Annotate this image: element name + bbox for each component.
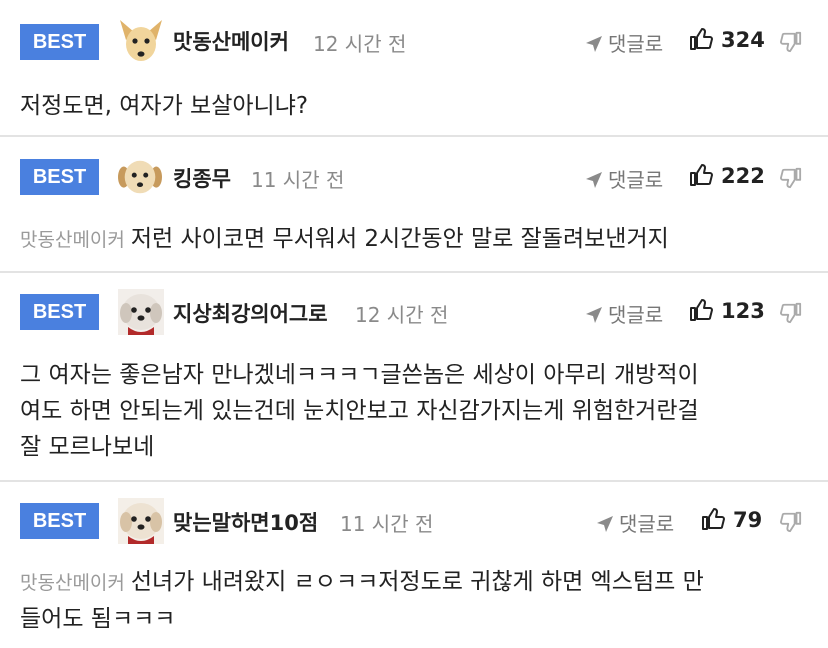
- reply-label: 댓글로: [619, 512, 675, 536]
- comment-list: BEST 맛동산메이커 12 시간 전 댓글로 324 저정도면, 여자가 보살…: [0, 0, 828, 648]
- comment-item: BEST 맞는말하면10점 11 시간 전 댓글로 79 맛동산메이커 선녀가 …: [0, 482, 828, 648]
- comment-nickname[interactable]: 맞는말하면10점: [173, 507, 318, 537]
- reply-arrow-icon: [586, 36, 602, 52]
- best-badge: BEST: [20, 503, 99, 539]
- comment-line: 맛동산메이커 저런 사이코면 무서워서 2시간동안 말로 잘돌려보낸거지: [20, 221, 808, 258]
- comment-item: BEST 맛동산메이커 12 시간 전 댓글로 324 저정도면, 여자가 보살…: [0, 0, 828, 137]
- like-button[interactable]: 324: [689, 27, 765, 52]
- thumbs-down-icon[interactable]: [780, 301, 802, 325]
- reply-arrow-icon: [586, 172, 602, 188]
- comment-time: 11 시간 전: [340, 512, 434, 536]
- comment-line: 잘 모르나보네: [20, 434, 155, 460]
- comment-body: 저정도면, 여자가 보살아니냐?: [20, 88, 808, 124]
- thumbs-down-icon[interactable]: [780, 30, 802, 54]
- thumbs-up-icon: [690, 28, 713, 50]
- best-badge: BEST: [20, 294, 99, 330]
- comment-line: 저정도면, 여자가 보살아니냐?: [20, 93, 309, 119]
- reply-arrow-icon: [586, 307, 602, 323]
- comment-line: 맛동산메이커 선녀가 내려왔지 ㄹㅇㅋㅋ저정도로 귀찮게 하면 엑스텀프 만: [20, 564, 808, 601]
- like-count: 123: [721, 299, 765, 323]
- comment-body: 맛동산메이커 선녀가 내려왔지 ㄹㅇㅋㅋ저정도로 귀찮게 하면 엑스텀프 만 들어…: [20, 564, 808, 637]
- reply-label: 댓글로: [608, 32, 664, 56]
- like-count: 222: [721, 164, 765, 188]
- comment-text: 저런 사이코면 무서워서 2시간동안 말로 잘돌려보낸거지: [130, 226, 669, 252]
- like-count: 79: [733, 508, 763, 532]
- avatar[interactable]: [116, 156, 164, 200]
- thumbs-up-icon: [702, 508, 725, 530]
- reply-label: 댓글로: [608, 303, 664, 327]
- reply-to-tag[interactable]: 맛동산메이커: [20, 572, 125, 594]
- thumbs-down-icon[interactable]: [780, 166, 802, 190]
- reply-button[interactable]: 댓글로: [595, 508, 674, 537]
- best-badge: BEST: [20, 24, 99, 60]
- reply-button[interactable]: 댓글로: [584, 164, 663, 193]
- reply-button[interactable]: 댓글로: [584, 299, 663, 328]
- comment-time: 11 시간 전: [251, 168, 345, 192]
- comment-body: 그 여자는 좋은남자 만나겠네ㅋㅋㅋㄱ글쓴놈은 세상이 아무리 개방적이 여도 …: [20, 357, 808, 465]
- reply-arrow-icon: [597, 516, 613, 532]
- reply-to-tag[interactable]: 맛동산메이커: [20, 229, 125, 251]
- comment-line: 여도 하면 안되는게 있는건데 눈치안보고 자신감가지는게 위험한거란걸: [20, 398, 699, 424]
- comment-text: 선녀가 내려왔지 ㄹㅇㅋㅋ저정도로 귀찮게 하면 엑스텀프 만: [130, 569, 704, 595]
- reply-label: 댓글로: [608, 168, 664, 192]
- avatar[interactable]: [116, 496, 166, 546]
- comment-nickname[interactable]: 킹종무: [173, 163, 231, 193]
- comment-nickname[interactable]: 맛동산메이커: [173, 26, 289, 56]
- comment-body: 맛동산메이커 저런 사이코면 무서워서 2시간동안 말로 잘돌려보낸거지: [20, 221, 808, 258]
- avatar[interactable]: [116, 287, 166, 337]
- reply-button[interactable]: 댓글로: [584, 28, 663, 57]
- comment-item: BEST 킹종무 11 시간 전 댓글로 222 맛동산메이커 저런 사이코면 무…: [0, 137, 828, 273]
- comment-line: 들어도 됨ㅋㅋㅋ: [20, 606, 176, 632]
- comment-nickname[interactable]: 지상최강의어그로: [173, 298, 328, 328]
- like-button[interactable]: 79: [701, 507, 762, 532]
- comment-item: BEST 지상최강의어그로 12 시간 전 댓글로 123 그 여자는 좋은남자…: [0, 273, 828, 482]
- thumbs-up-icon: [690, 164, 713, 186]
- like-count: 324: [721, 28, 765, 52]
- best-badge: BEST: [20, 159, 99, 195]
- like-button[interactable]: 222: [689, 163, 765, 188]
- avatar[interactable]: [116, 16, 166, 66]
- thumbs-up-icon: [690, 299, 713, 321]
- like-button[interactable]: 123: [689, 298, 765, 323]
- comment-time: 12 시간 전: [355, 303, 449, 327]
- comment-line: 그 여자는 좋은남자 만나겠네ㅋㅋㅋㄱ글쓴놈은 세상이 아무리 개방적이: [20, 362, 699, 388]
- thumbs-down-icon[interactable]: [780, 510, 802, 534]
- comment-time: 12 시간 전: [313, 32, 407, 56]
